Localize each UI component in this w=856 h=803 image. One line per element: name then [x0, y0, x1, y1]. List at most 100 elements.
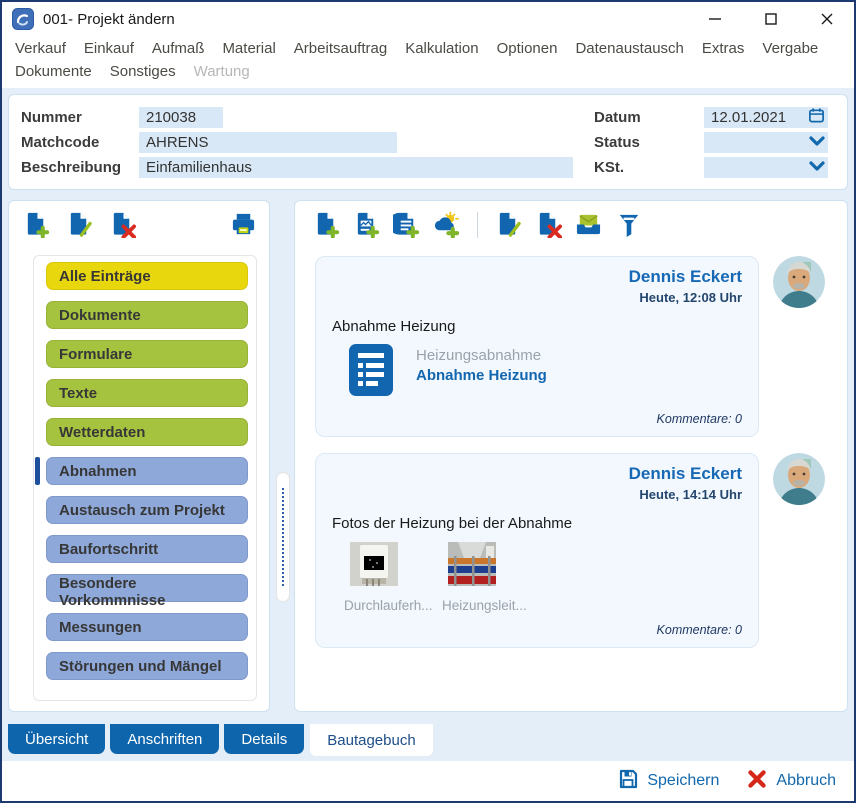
nummer-field[interactable]: 210038	[139, 107, 223, 128]
comments-count[interactable]: Kommentare: 0	[332, 412, 742, 426]
menu-vergabe[interactable]: Vergabe	[753, 37, 827, 60]
matchcode-field[interactable]: AHRENS	[139, 132, 397, 153]
beschreibung-label: Beschreibung	[21, 159, 139, 176]
menu-extras[interactable]: Extras	[693, 37, 754, 60]
kst-label: KSt.	[594, 159, 704, 176]
photo-thumbnail-heizungsleitung[interactable]	[448, 542, 496, 586]
photo-label: Heizungsleit...	[442, 598, 540, 613]
diary-entry: Dennis Eckert Heute, 12:08 Uhr Abnahme H…	[315, 256, 847, 437]
menu-einkauf[interactable]: Einkauf	[75, 37, 143, 60]
datum-label: Datum	[594, 109, 704, 126]
category-baufortschritt[interactable]: Baufortschritt	[46, 535, 248, 563]
tab-anschriften[interactable]: Anschriften	[110, 724, 219, 754]
chevron-down-icon	[809, 159, 825, 176]
attachment-link[interactable]: Abnahme Heizung	[416, 367, 547, 384]
menu-verkauf[interactable]: Verkauf	[6, 37, 75, 60]
toolbar-separator	[477, 212, 478, 238]
titlebar: 001- Projekt ändern	[2, 2, 854, 36]
menu-dokumente[interactable]: Dokumente	[6, 60, 101, 83]
entry-title: Fotos der Heizung bei der Abnahme	[332, 515, 742, 532]
category-besondere-vorkommnisse[interactable]: Besondere Vorkommnisse	[46, 574, 248, 602]
category-austausch-zum-projekt[interactable]: Austausch zum Projekt	[46, 496, 248, 524]
category-stoerungen-und-maengel[interactable]: Störungen und Mängel	[46, 652, 248, 680]
text-add-icon[interactable]	[393, 211, 420, 238]
document-delete-icon[interactable]	[535, 211, 562, 238]
category-wetterdaten[interactable]: Wetterdaten	[46, 418, 248, 446]
datum-value: 12.01.2021	[711, 109, 786, 126]
form-attachment-icon[interactable]	[348, 343, 394, 402]
tab-uebersicht[interactable]: Übersicht	[8, 724, 105, 754]
photo-label: Durchlauferh...	[344, 598, 442, 613]
diary-entry: Dennis Eckert Heute, 14:14 Uhr Fotos der…	[315, 453, 847, 648]
panel-splitter	[274, 200, 294, 712]
close-button[interactable]	[814, 6, 840, 32]
categories-panel: Alle Einträge Dokumente Formulare Texte …	[8, 200, 270, 712]
entry-time: Heute, 12:08 Uhr	[332, 290, 742, 305]
printer-icon[interactable]	[230, 211, 257, 238]
content-area: Nummer 210038 Matchcode AHRENS Beschreib…	[2, 88, 854, 801]
document-edit-icon[interactable]	[66, 211, 93, 238]
photo-thumbnail-durchlauferhitzer[interactable]	[350, 542, 398, 586]
app-logo-icon	[12, 8, 34, 30]
tab-bautagebuch[interactable]: Bautagebuch	[309, 724, 433, 757]
entry-title: Abnahme Heizung	[332, 318, 742, 335]
entry-card[interactable]: Dennis Eckert Heute, 12:08 Uhr Abnahme H…	[315, 256, 759, 437]
category-alle-eintraege[interactable]: Alle Einträge	[46, 262, 248, 290]
document-edit-icon[interactable]	[495, 211, 522, 238]
minimize-button[interactable]	[702, 6, 728, 32]
nummer-label: Nummer	[21, 109, 139, 126]
avatar	[773, 256, 825, 308]
cancel-x-icon	[747, 769, 767, 794]
menu-kalkulation[interactable]: Kalkulation	[396, 37, 487, 60]
weather-add-icon[interactable]	[433, 211, 460, 238]
menu-arbeitsauftrag[interactable]: Arbeitsauftrag	[285, 37, 396, 60]
form-add-icon[interactable]	[353, 211, 380, 238]
bottom-tabs: Übersicht Anschriften Details Bautagebuc…	[8, 724, 434, 758]
category-list: Alle Einträge Dokumente Formulare Texte …	[33, 255, 257, 701]
menu-optionen[interactable]: Optionen	[488, 37, 567, 60]
window-controls	[702, 2, 840, 36]
project-form-panel: Nummer 210038 Matchcode AHRENS Beschreib…	[8, 94, 848, 190]
category-abnahmen[interactable]: Abnahmen	[46, 457, 248, 485]
menu-datenaustausch[interactable]: Datenaustausch	[566, 37, 692, 60]
status-label: Status	[594, 134, 704, 151]
maximize-button[interactable]	[758, 6, 784, 32]
filter-icon[interactable]	[615, 211, 642, 238]
beschreibung-field[interactable]: Einfamilienhaus	[139, 157, 573, 178]
tab-details[interactable]: Details	[224, 724, 304, 754]
splitter-drag-handle[interactable]	[276, 472, 290, 602]
calendar-icon[interactable]	[808, 107, 825, 128]
save-icon	[618, 769, 638, 794]
category-messungen[interactable]: Messungen	[46, 613, 248, 641]
entry-add-icon[interactable]	[313, 211, 340, 238]
window-title: 001- Projekt ändern	[43, 11, 175, 28]
entry-time: Heute, 14:14 Uhr	[332, 487, 742, 502]
document-delete-icon[interactable]	[109, 211, 136, 238]
menubar: Verkauf Einkauf Aufmaß Material Arbeitsa…	[2, 36, 854, 87]
entry-author: Dennis Eckert	[332, 267, 742, 287]
category-formulare[interactable]: Formulare	[46, 340, 248, 368]
footer-bar: Speichern Abbruch	[2, 761, 854, 801]
datum-field[interactable]: 12.01.2021	[704, 107, 828, 128]
entry-card[interactable]: Dennis Eckert Heute, 14:14 Uhr Fotos der…	[315, 453, 759, 648]
menu-aufmass[interactable]: Aufmaß	[143, 37, 214, 60]
comments-count[interactable]: Kommentare: 0	[332, 623, 742, 637]
cancel-label: Abbruch	[776, 772, 836, 790]
matchcode-label: Matchcode	[21, 134, 139, 151]
cancel-button[interactable]: Abbruch	[747, 769, 836, 794]
status-dropdown[interactable]	[704, 132, 828, 153]
menu-sonstiges[interactable]: Sonstiges	[101, 60, 185, 83]
menu-wartung: Wartung	[185, 60, 259, 83]
attachment-type-label: Heizungsabnahme	[416, 347, 547, 364]
category-dokumente[interactable]: Dokumente	[46, 301, 248, 329]
category-texte[interactable]: Texte	[46, 379, 248, 407]
document-add-icon[interactable]	[23, 211, 50, 238]
diary-entries-panel: Dennis Eckert Heute, 12:08 Uhr Abnahme H…	[294, 200, 848, 712]
kst-dropdown[interactable]	[704, 157, 828, 178]
menu-material[interactable]: Material	[213, 37, 284, 60]
save-label: Speichern	[647, 772, 719, 790]
app-window: 001- Projekt ändern Verkauf Einkauf Aufm…	[0, 0, 856, 803]
mail-icon[interactable]	[575, 211, 602, 238]
save-button[interactable]: Speichern	[618, 769, 719, 794]
avatar	[773, 453, 825, 505]
